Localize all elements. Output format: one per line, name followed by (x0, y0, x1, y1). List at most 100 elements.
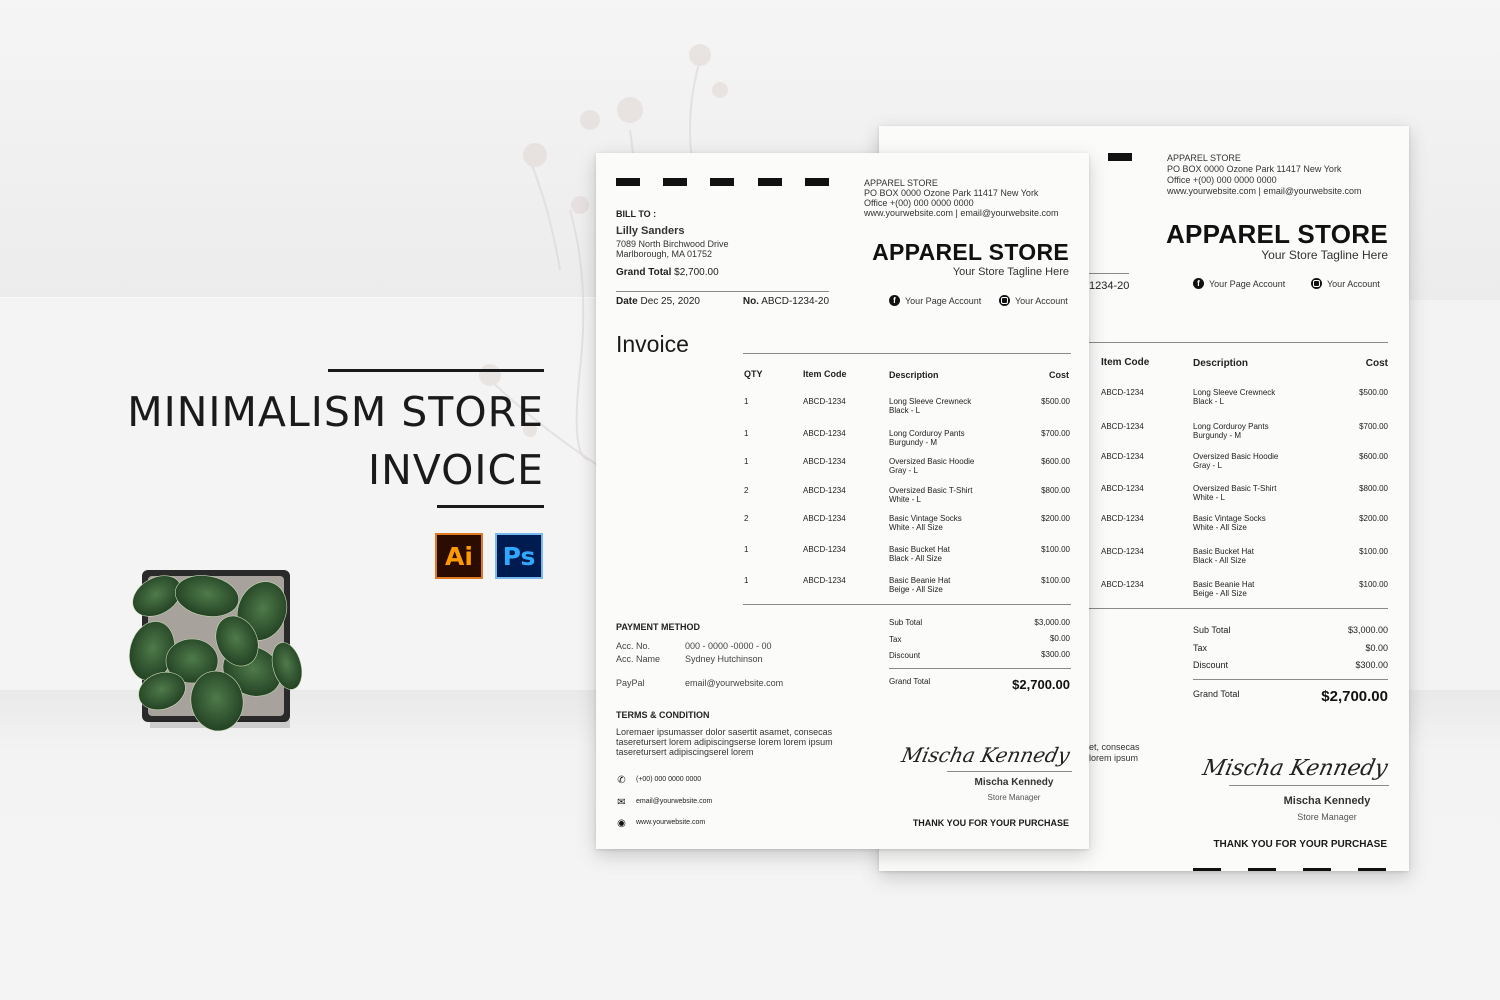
social-facebook[interactable]: f Your Page Account (1193, 278, 1285, 289)
item-cost: $100.00 (1359, 580, 1388, 589)
customer-address-1: 7089 North Birchwood Drive (616, 239, 729, 249)
manager-signature: Mischa Kennedy (898, 743, 1072, 767)
adobe-photoshop-icon: Ps (495, 533, 543, 579)
email-icon: ✉ (617, 797, 626, 808)
grand-total-label: Grand Total (1193, 689, 1240, 699)
item-qty: 1 (744, 457, 749, 466)
thank-you-note: THANK YOU FOR YOUR PURCHASE (912, 818, 1069, 828)
number-value: ABCD-1234-20 (761, 296, 829, 307)
item-cost: $600.00 (1041, 457, 1070, 466)
item-description: Long Corduroy Pants (889, 429, 965, 438)
item-variant: Beige - All Size (889, 585, 943, 594)
item-cost: $700.00 (1359, 422, 1388, 431)
date-label: Date (616, 296, 638, 307)
item-code: ABCD-1234 (803, 486, 846, 495)
grand-total-value: $2,700.00 (1012, 677, 1070, 692)
discount-value: $300.00 (1041, 650, 1070, 659)
item-description: Oversized Basic T-Shirt (889, 486, 973, 495)
item-description: Basic Vintage Socks (1193, 514, 1266, 523)
social-instagram[interactable]: Your Account (1311, 278, 1380, 289)
discount-value: $300.00 (1355, 660, 1388, 670)
store-web-email: www.yourwebsite.com | email@yourwebsite.… (864, 208, 1059, 218)
item-description: Basic Beanie Hat (889, 576, 951, 585)
acc-no-label: Acc. No. (616, 641, 651, 651)
acc-no-value: 000 - 0000 -0000 - 00 (685, 641, 772, 651)
item-description: Basic Bucket Hat (889, 545, 950, 554)
item-cost: $100.00 (1041, 545, 1070, 554)
totals-rule (1193, 679, 1388, 680)
item-description: Oversized Basic Hoodie (889, 457, 975, 466)
item-description: Oversized Basic T-Shirt (1193, 484, 1277, 493)
subtotal-label: Sub Total (1193, 625, 1231, 635)
tax-label: Tax (1193, 643, 1208, 653)
terms-partial-1: et, consecas (1089, 742, 1140, 752)
facebook-account-label: Your Page Account (1209, 278, 1286, 289)
item-variant: White - All Size (1193, 523, 1247, 532)
item-code: ABCD-1234 (1101, 422, 1144, 431)
divider (1089, 273, 1129, 274)
invoice-number: No. ABCD-1234-20 (743, 296, 829, 307)
manager-signature: Mischa Kennedy (1200, 756, 1390, 781)
item-code: ABCD-1234 (1101, 514, 1144, 523)
item-code: ABCD-1234 (803, 514, 846, 523)
contact-website[interactable]: www.yourwebsite.com (636, 819, 705, 826)
header-description: Description (889, 370, 939, 380)
acc-name-label: Acc. Name (616, 654, 661, 664)
item-variant: White - L (889, 495, 922, 504)
bill-grand-total-value: $2,700.00 (674, 267, 719, 278)
item-code: ABCD-1234 (1101, 580, 1144, 589)
header-qty: QTY (744, 369, 763, 379)
item-variant: Burgundy - M (889, 438, 938, 447)
discount-label: Discount (1193, 660, 1229, 670)
manager-name: Mischa Kennedy (974, 777, 1054, 788)
contact-phone: (+00) 000 0000 0000 (636, 776, 702, 783)
bill-grand-total-label: Grand Total (616, 267, 672, 278)
customer-name: Lilly Sanders (616, 225, 685, 237)
dash-mark (710, 178, 734, 186)
invoice-date: Date Dec 25, 2020 (616, 296, 700, 307)
item-cost: $800.00 (1041, 486, 1070, 495)
grand-total-value: $2,700.00 (1321, 688, 1388, 705)
instagram-icon (1311, 278, 1322, 289)
item-cost: $700.00 (1041, 429, 1070, 438)
item-cost: $500.00 (1041, 397, 1070, 406)
store-tagline: Your Store Tagline Here (1261, 248, 1388, 262)
item-variant: Black - All Size (889, 554, 942, 563)
instagram-icon (999, 295, 1010, 306)
promo-title-line-2: INVOICE (368, 446, 544, 494)
dash-mark (758, 178, 782, 186)
subtotal-value: $3,000.00 (1034, 618, 1070, 627)
manager-name: Mischa Kennedy (1283, 795, 1371, 807)
store-address: PO BOX 0000 Ozone Park 11417 New York (1167, 164, 1342, 174)
item-cost: $100.00 (1359, 547, 1388, 556)
item-code: ABCD-1234 (803, 429, 846, 438)
header-description: Description (1193, 358, 1249, 369)
grand-total-label: Grand Total (889, 677, 931, 686)
store-name-small: APPAREL STORE (1167, 153, 1241, 163)
social-facebook[interactable]: f Your Page Account (889, 295, 981, 306)
store-office: Office +(00) 000 0000 0000 (864, 198, 974, 208)
signature-line (947, 771, 1072, 772)
contact-email[interactable]: email@yourwebsite.com (636, 798, 712, 805)
item-variant: Gray - L (1193, 461, 1222, 470)
item-description: Basic Vintage Socks (889, 514, 962, 523)
header-cost: Cost (1365, 358, 1388, 369)
potted-plant-image (129, 570, 303, 732)
table-bottom-rule (1089, 608, 1388, 609)
item-code: ABCD-1234 (1101, 452, 1144, 461)
subtotal-label: Sub Total (889, 618, 923, 627)
social-instagram[interactable]: Your Account (999, 295, 1068, 306)
header-cost: Cost (1049, 370, 1069, 380)
totals-rule (889, 668, 1071, 669)
customer-address-2: Marlborough, MA 01752 (616, 249, 713, 259)
thank-you-note: THANK YOU FOR YOUR PURCHASE (1213, 839, 1387, 850)
manager-role: Store Manager (987, 793, 1041, 802)
terms-line-3: taseretursert adipiscingserel lorem (616, 747, 754, 757)
item-code: ABCD-1234 (1101, 388, 1144, 397)
item-description: Basic Bucket Hat (1193, 547, 1254, 556)
header-item-code: Item Code (1101, 357, 1150, 368)
dash-mark (1248, 868, 1276, 871)
table-bottom-rule (743, 604, 1071, 605)
item-code: ABCD-1234 (803, 545, 846, 554)
tax-value: $0.00 (1365, 643, 1388, 653)
